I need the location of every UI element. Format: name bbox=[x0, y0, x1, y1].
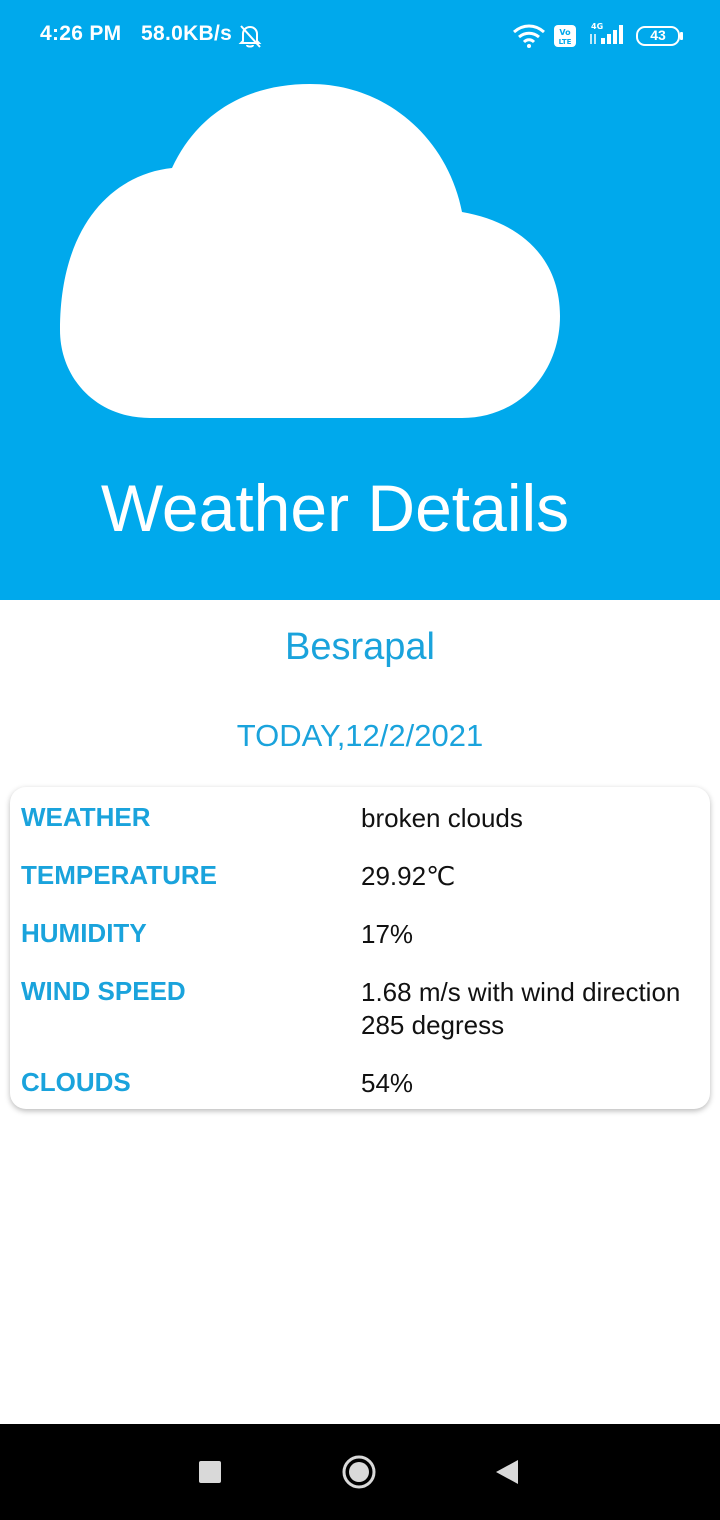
detail-value: broken clouds bbox=[361, 803, 523, 833]
battery-level: 43 bbox=[650, 27, 666, 43]
cloud-icon bbox=[58, 82, 562, 418]
svg-text:LTE: LTE bbox=[559, 38, 572, 46]
signal-4g-icon: 4G bbox=[587, 20, 627, 48]
home-circle-icon[interactable] bbox=[339, 1452, 379, 1492]
current-date: TODAY,12/2/2021 bbox=[236, 718, 484, 753]
recents-square-icon[interactable] bbox=[190, 1452, 230, 1492]
detail-value: 17% bbox=[361, 919, 414, 949]
back-triangle-icon[interactable] bbox=[488, 1452, 528, 1492]
detail-label: HUMIDITY bbox=[21, 918, 147, 948]
status-network-speed: 58.0KB/s bbox=[141, 22, 233, 45]
navigation-bar bbox=[0, 1424, 720, 1520]
svg-text:4G: 4G bbox=[591, 22, 603, 31]
detail-label: WIND SPEED bbox=[21, 976, 186, 1006]
bell-off-icon bbox=[238, 23, 262, 49]
header-banner: 4:26 PM 58.0KB/s Vo LTE 4G 43 Weather De… bbox=[0, 0, 720, 600]
weather-details-card: WEATHER broken clouds TEMPERATURE 29.92℃… bbox=[10, 787, 710, 1109]
volte-icon: Vo LTE bbox=[553, 24, 577, 48]
battery-icon: 43 bbox=[636, 26, 684, 46]
status-time: 4:26 PM bbox=[40, 22, 122, 45]
detail-value: 29.92℃ bbox=[361, 861, 456, 891]
wifi-icon bbox=[512, 24, 546, 48]
status-bar: 4:26 PM 58.0KB/s Vo LTE 4G 43 bbox=[0, 0, 720, 72]
detail-value: 1.68 m/s with wind direction 285 degress bbox=[361, 977, 681, 1040]
svg-text:Vo: Vo bbox=[559, 28, 571, 37]
page-title: Weather Details bbox=[100, 471, 570, 545]
detail-label: CLOUDS bbox=[21, 1067, 131, 1097]
detail-label: WEATHER bbox=[21, 802, 151, 832]
detail-value: 54% bbox=[361, 1068, 414, 1098]
detail-label: TEMPERATURE bbox=[21, 860, 217, 890]
city-name: Besrapal bbox=[285, 626, 435, 668]
